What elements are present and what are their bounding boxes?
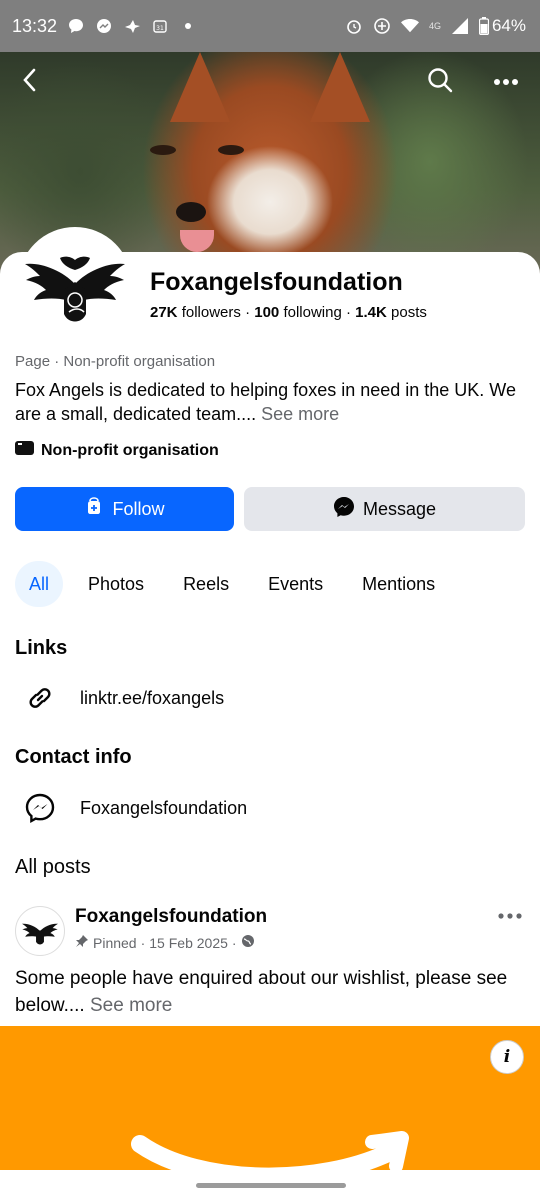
org-badge-icon (15, 440, 35, 461)
more-dots-icon (498, 906, 522, 924)
fox-eye-right (218, 145, 244, 155)
message-label: Message (362, 498, 437, 519)
status-time: 13:32 (12, 15, 58, 36)
post-body: Some people have enquired about our wish… (15, 965, 525, 1019)
link-icon (22, 680, 58, 716)
posts-label: posts (391, 304, 427, 321)
post-see-more-link[interactable]: See more (90, 995, 172, 1016)
contact-messenger-name[interactable]: Foxangelsfoundation (80, 798, 247, 819)
svg-text:31: 31 (156, 25, 164, 32)
post-date[interactable]: 15 Feb 2025 (149, 935, 228, 951)
home-gesture-handle[interactable] (196, 1183, 346, 1188)
tab-all[interactable]: All (15, 561, 64, 607)
page-bio: Fox Angels is dedicated to helping foxes… (15, 378, 525, 426)
calendar-icon: 31 (151, 17, 169, 35)
stats-separator: · (245, 304, 255, 321)
post-author-avatar[interactable] (15, 906, 65, 956)
following-count[interactable]: 100 (254, 304, 279, 321)
post-options-button[interactable] (495, 904, 525, 926)
tab-photos[interactable]: Photos (74, 561, 158, 607)
dot-icon (179, 17, 197, 35)
contact-row[interactable]: Foxangelsfoundation (22, 790, 247, 826)
alarm-icon (345, 17, 363, 35)
wifi-icon (400, 17, 419, 35)
org-type-label: Non-profit organisation (41, 441, 219, 459)
data-saver-icon (373, 17, 391, 35)
network-type: 4G (428, 21, 441, 31)
tab-mentions[interactable]: Mentions (348, 561, 449, 607)
more-options-button[interactable] (488, 64, 524, 100)
system-navigation-bar (0, 1170, 540, 1200)
status-bar: 13:32 31 4G 64% (0, 0, 540, 52)
meta-separator: · (231, 934, 237, 951)
following-label[interactable]: following (283, 304, 341, 321)
back-arrow-icon (19, 67, 41, 98)
post-header: Foxangelsfoundation Pinned · 15 Feb 2025… (15, 904, 525, 956)
messenger-icon (333, 496, 355, 523)
profile-avatar[interactable] (18, 227, 132, 341)
posts-count: 1.4K (355, 304, 387, 321)
post-avatar-logo-icon (22, 923, 58, 945)
meta-separator: · (140, 934, 146, 951)
messenger-outline-icon (22, 790, 58, 826)
tab-events[interactable]: Events (254, 561, 337, 607)
follow-button[interactable]: Follow (15, 487, 234, 531)
pin-icon (75, 934, 89, 951)
battery-group: 64% (478, 16, 526, 36)
fox-nose (176, 202, 206, 222)
fox-mouth (180, 230, 214, 252)
pinned-label: Pinned (93, 934, 137, 951)
ad-info-icon[interactable]: i (490, 1040, 524, 1074)
fox-ear-right (310, 52, 370, 122)
followers-label[interactable]: followers (182, 304, 241, 321)
chat-bubble-icon (67, 17, 85, 35)
message-button[interactable]: Message (244, 487, 525, 531)
bio-see-more-link[interactable]: See more (261, 404, 339, 424)
link-url[interactable]: linktr.ee/foxangels (80, 688, 224, 709)
fox-ear-left (170, 52, 230, 122)
amazon-smile-logo-icon (131, 1131, 409, 1170)
all-posts-title: All posts (15, 856, 91, 878)
contact-section-title: Contact info (15, 746, 132, 768)
followers-count[interactable]: 27K (150, 304, 178, 321)
profile-stats: 27K followers · 100 following · 1.4K pos… (150, 304, 427, 321)
org-type-row: Non-profit organisation (15, 440, 219, 461)
post-author-name[interactable]: Foxangelsfoundation (75, 906, 267, 928)
stats-separator: · (345, 304, 356, 321)
profile-tabs: All Photos Reels Events Mentions (15, 561, 460, 607)
follow-icon (84, 496, 104, 522)
more-dots-icon (493, 73, 519, 91)
post-meta: Pinned · 15 Feb 2025 · (75, 934, 255, 951)
links-section-title: Links (15, 637, 68, 659)
post-image[interactable]: i (0, 1026, 540, 1170)
tab-reels[interactable]: Reels (169, 561, 243, 607)
battery-level: 64% (491, 16, 526, 35)
signal-icon (451, 17, 469, 35)
page-title: Foxangelsfoundation (150, 268, 403, 296)
back-button[interactable] (12, 64, 48, 100)
battery-icon (478, 17, 489, 35)
post-text: Some people have enquired about our wish… (15, 968, 508, 1016)
link-row[interactable]: linktr.ee/foxangels (22, 680, 224, 716)
fox-angels-logo-icon (25, 256, 125, 322)
bird-icon (123, 17, 141, 35)
globe-icon (241, 934, 255, 951)
page-category: Page · Non-profit organisation (15, 353, 216, 370)
search-button[interactable] (422, 64, 458, 100)
search-icon (427, 67, 453, 98)
messenger-notification-icon (95, 17, 113, 35)
follow-label: Follow (112, 498, 165, 519)
fox-eye-left (150, 145, 176, 155)
